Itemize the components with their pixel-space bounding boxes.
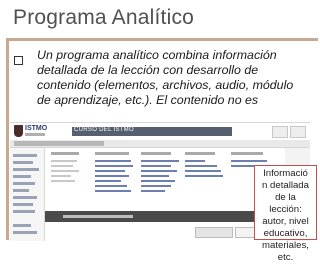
breadcrumb[interactable] bbox=[14, 141, 104, 146]
menu-item[interactable] bbox=[185, 175, 223, 177]
sidebar-item[interactable] bbox=[13, 224, 31, 227]
column-title bbox=[95, 152, 129, 155]
menu-item[interactable] bbox=[51, 175, 71, 177]
menu-item[interactable] bbox=[95, 190, 131, 192]
bullet-line: Un programa analítico combina informació… bbox=[37, 48, 277, 62]
slide-title: Programa Analítico bbox=[13, 6, 195, 29]
bullet-text: Un programa analítico combina informació… bbox=[37, 48, 315, 108]
band-label bbox=[63, 215, 133, 218]
menu-item[interactable] bbox=[141, 165, 171, 167]
menu-item[interactable] bbox=[185, 160, 205, 162]
menu-item[interactable] bbox=[141, 190, 165, 192]
secondary-button[interactable] bbox=[195, 227, 233, 238]
content-panel bbox=[45, 148, 285, 241]
column-title bbox=[185, 152, 215, 155]
bullet-line: detallada de la lección con desarrollo d… bbox=[37, 63, 259, 77]
callout-line: etc. bbox=[277, 252, 294, 263]
menu-item[interactable] bbox=[141, 185, 171, 187]
callout-line: educativo, bbox=[263, 228, 308, 239]
course-sidebar bbox=[10, 148, 45, 241]
column-title bbox=[51, 152, 79, 155]
bullet-icon bbox=[14, 56, 23, 65]
menu-item[interactable] bbox=[231, 160, 267, 162]
menu-item[interactable] bbox=[95, 165, 133, 167]
sidebar-item[interactable] bbox=[13, 196, 37, 199]
column-title bbox=[231, 152, 263, 155]
sidebar-item[interactable] bbox=[13, 203, 33, 206]
column-title bbox=[141, 152, 171, 155]
sidebar-item[interactable] bbox=[13, 175, 31, 178]
callout-line: de la bbox=[275, 192, 296, 203]
menu-item[interactable] bbox=[51, 180, 75, 182]
header-button[interactable] bbox=[272, 126, 288, 138]
callout-line: n detallada bbox=[262, 180, 309, 191]
bullet-line: de aprendizaje, etc.). El contenido no e… bbox=[37, 93, 259, 107]
callout-box: Informació n detallada de la lección: au… bbox=[254, 165, 317, 263]
menu-item[interactable] bbox=[95, 175, 129, 177]
menu-item[interactable] bbox=[95, 160, 131, 162]
callout-line: autor, nivel bbox=[262, 216, 309, 227]
university-logo-icon bbox=[14, 125, 23, 137]
menu-item[interactable] bbox=[95, 170, 125, 172]
title-underline bbox=[6, 38, 318, 41]
header-button[interactable] bbox=[290, 126, 306, 138]
logo-text: ISTMO bbox=[25, 125, 48, 132]
menu-item[interactable] bbox=[185, 170, 221, 172]
menu-item[interactable] bbox=[51, 165, 73, 167]
dark-band bbox=[45, 211, 285, 222]
menu-item[interactable] bbox=[141, 160, 179, 162]
sidebar-item[interactable] bbox=[13, 189, 29, 192]
menu-item[interactable] bbox=[185, 165, 217, 167]
menu-item[interactable] bbox=[141, 175, 169, 177]
logo-subtext-bar bbox=[25, 133, 45, 136]
sidebar-item[interactable] bbox=[13, 161, 33, 164]
menu-item[interactable] bbox=[141, 180, 175, 182]
sidebar-item[interactable] bbox=[13, 168, 39, 171]
menu-item[interactable] bbox=[95, 185, 127, 187]
callout-line: Informació bbox=[263, 168, 308, 179]
sidebar-item[interactable] bbox=[13, 182, 35, 185]
callout-line: lección: bbox=[269, 204, 302, 215]
bullet-line: contenido (elementos, archivos, audio, m… bbox=[37, 78, 294, 92]
menu-item[interactable] bbox=[51, 160, 77, 162]
course-banner-label: CURSO DEL ISTMO bbox=[74, 127, 134, 133]
sidebar-item[interactable] bbox=[13, 210, 35, 213]
sidebar-item[interactable] bbox=[13, 231, 37, 234]
menu-item[interactable] bbox=[51, 170, 79, 172]
menu-item[interactable] bbox=[95, 180, 121, 182]
screenshot-header: ISTMO CURSO DEL ISTMO bbox=[10, 123, 310, 141]
sidebar-item[interactable] bbox=[13, 154, 37, 157]
menu-item[interactable] bbox=[141, 170, 177, 172]
callout-line: materiales, bbox=[262, 240, 309, 251]
breadcrumb-bar bbox=[10, 140, 310, 148]
left-border-line bbox=[6, 38, 9, 240]
